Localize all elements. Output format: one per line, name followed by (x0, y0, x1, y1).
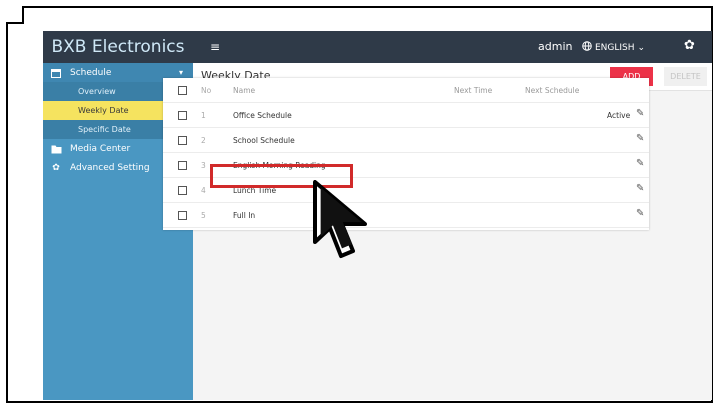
table-header: No Name Next Time Next Schedule (163, 78, 649, 103)
row-checkbox[interactable] (178, 186, 187, 195)
chevron-down-icon: ⌄ (637, 42, 646, 53)
mouse-pointer-icon (313, 180, 367, 258)
row-number: 1 (201, 111, 206, 120)
row-number: 5 (201, 211, 206, 220)
table-row[interactable]: 2 School Schedule ✎ (163, 128, 649, 153)
schedule-table: No Name Next Time Next Schedule 1 Office… (163, 78, 649, 230)
calendar-icon (50, 67, 62, 79)
delete-button[interactable]: DELETE (664, 67, 707, 86)
row-checkbox[interactable] (178, 211, 187, 220)
row-name[interactable]: School Schedule (233, 136, 295, 145)
language-label: ENGLISH (595, 42, 635, 53)
edit-pencil-icon[interactable]: ✎ (636, 108, 644, 119)
language-selector[interactable]: ENGLISH ⌄ (582, 41, 645, 54)
row-number: 2 (201, 136, 206, 145)
column-header-next-time: Next Time (454, 86, 493, 95)
row-name[interactable]: Office Schedule (233, 111, 292, 120)
folder-icon (50, 143, 62, 155)
edit-pencil-icon[interactable]: ✎ (636, 158, 644, 169)
edit-pencil-icon[interactable]: ✎ (636, 133, 644, 144)
row-number: 3 (201, 161, 206, 170)
select-all-checkbox[interactable] (178, 86, 187, 95)
table-row[interactable]: 5 Full In ✎ (163, 203, 649, 228)
top-bar: ≡ admin ENGLISH ⌄ ✿ (193, 31, 712, 63)
column-header-name: Name (233, 86, 256, 95)
row-checkbox[interactable] (178, 111, 187, 120)
column-header-next-schedule: Next Schedule (525, 86, 580, 95)
row-checkbox[interactable] (178, 136, 187, 145)
sidebar-item-label: Advanced Setting (70, 162, 150, 173)
menu-icon[interactable]: ≡ (210, 40, 220, 54)
edit-pencil-icon[interactable]: ✎ (636, 208, 644, 219)
edit-pencil-icon[interactable]: ✎ (636, 183, 644, 194)
status-badge: Active (607, 111, 631, 120)
gear-icon: ✿ (52, 162, 60, 173)
table-row[interactable]: 1 Office Schedule Active ✎ (163, 103, 649, 128)
row-checkbox[interactable] (178, 161, 187, 170)
row-number: 4 (201, 186, 206, 195)
sidebar-item-label: Media Center (70, 143, 131, 154)
sidebar-item-label: Schedule (70, 67, 112, 78)
user-menu[interactable]: admin (538, 40, 572, 53)
brand-logo: BXB Electronics (43, 31, 193, 63)
row-name[interactable]: Full In (233, 211, 255, 220)
globe-icon (582, 41, 592, 54)
column-header-no: No (201, 86, 212, 95)
settings-gear-icon[interactable]: ✿ (684, 38, 695, 53)
